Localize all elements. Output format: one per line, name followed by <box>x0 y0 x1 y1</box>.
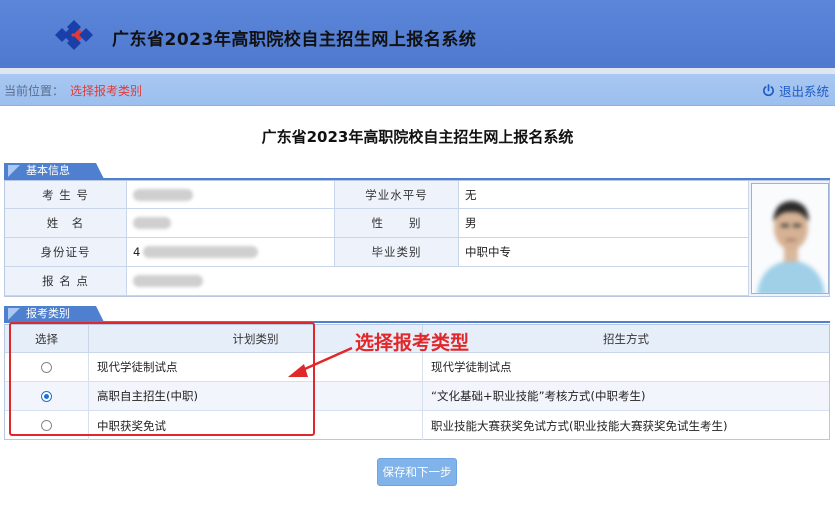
corner-triangle-icon <box>8 165 20 177</box>
breadcrumb-label: 当前位置： <box>4 84 65 98</box>
redacted-text <box>133 217 171 229</box>
column-header-select: 选择 <box>5 325 89 353</box>
table-row-select <box>5 353 89 382</box>
section-label-basic-info: 基本信息 <box>26 164 70 177</box>
level-no-label: 学业水平号 <box>335 181 459 209</box>
grad-type-label: 毕业类别 <box>335 238 459 267</box>
category-radio-2[interactable] <box>41 420 52 431</box>
power-icon <box>763 84 774 97</box>
column-header-method: 招生方式 <box>423 325 829 353</box>
table-row-select <box>5 382 89 411</box>
gender-label: 性 别 <box>335 209 459 238</box>
plan-cell: 中职获奖免试 <box>89 411 423 440</box>
corner-triangle-icon <box>8 308 20 320</box>
exam-no-value <box>127 181 335 209</box>
app-title: 广东省2023年高职院校自主招生网上报名系统 <box>112 30 477 50</box>
section-tab-category: 报考类别 <box>4 306 104 322</box>
redacted-text <box>133 275 203 287</box>
grad-type-value: 中职中专 <box>459 238 749 267</box>
category-radio-0[interactable] <box>41 361 52 373</box>
top-header: 广东省2023年高职院校自主招生网上报名系统 <box>0 0 835 68</box>
exam-no-label: 考 生 号 <box>5 181 127 209</box>
applicant-photo <box>751 183 829 294</box>
plan-cell: 现代学徒制试点 <box>89 353 423 382</box>
logout-button[interactable]: 退出系统 <box>762 81 829 100</box>
breadcrumb-bar: 当前位置： 选择报考类别 退出系统 <box>0 74 835 106</box>
id-label: 身份证号 <box>5 238 127 267</box>
logout-label: 退出系统 <box>778 84 829 99</box>
basic-info-table: 考 生 号 学业水平号 无 姓 名 性 别 男 身份证号 4 毕业类别 中职中专… <box>4 180 830 297</box>
section-divider <box>4 321 830 323</box>
save-next-button[interactable]: 保存和下一步 <box>377 458 457 486</box>
name-value <box>127 209 335 238</box>
name-label: 姓 名 <box>5 209 127 238</box>
plan-cell: 高职自主招生(中职) <box>89 382 423 411</box>
site-label: 报 名 点 <box>5 267 127 296</box>
section-label-category: 报考类别 <box>26 307 70 320</box>
method-cell: “文化基础+职业技能”考核方式(中职考生) <box>423 382 829 411</box>
method-cell: 现代学徒制试点 <box>423 353 829 382</box>
annotation-arrow-icon <box>288 346 353 377</box>
person-photo-icon <box>752 184 828 293</box>
redacted-text <box>133 188 193 201</box>
table-row-select <box>5 411 89 440</box>
annotation-text: 选择报考类型 <box>355 332 470 354</box>
section-tab-basic-info: 基本信息 <box>4 163 104 179</box>
gender-value: 男 <box>459 209 749 238</box>
category-radio-1[interactable] <box>41 390 52 402</box>
site-value <box>127 267 749 296</box>
diamond-logo-icon <box>55 20 93 50</box>
id-value: 4 <box>127 238 335 267</box>
level-no-value: 无 <box>459 181 749 209</box>
redacted-text <box>143 246 259 258</box>
breadcrumb-current[interactable]: 选择报考类别 <box>70 82 142 99</box>
method-cell: 职业技能大赛获奖免试方式(职业技能大赛获奖免试生考生) <box>431 418 728 433</box>
id-value-prefix: 4 <box>133 245 141 259</box>
page-title: 广东省2023年高职院校自主招生网上报名系统 <box>261 128 574 146</box>
